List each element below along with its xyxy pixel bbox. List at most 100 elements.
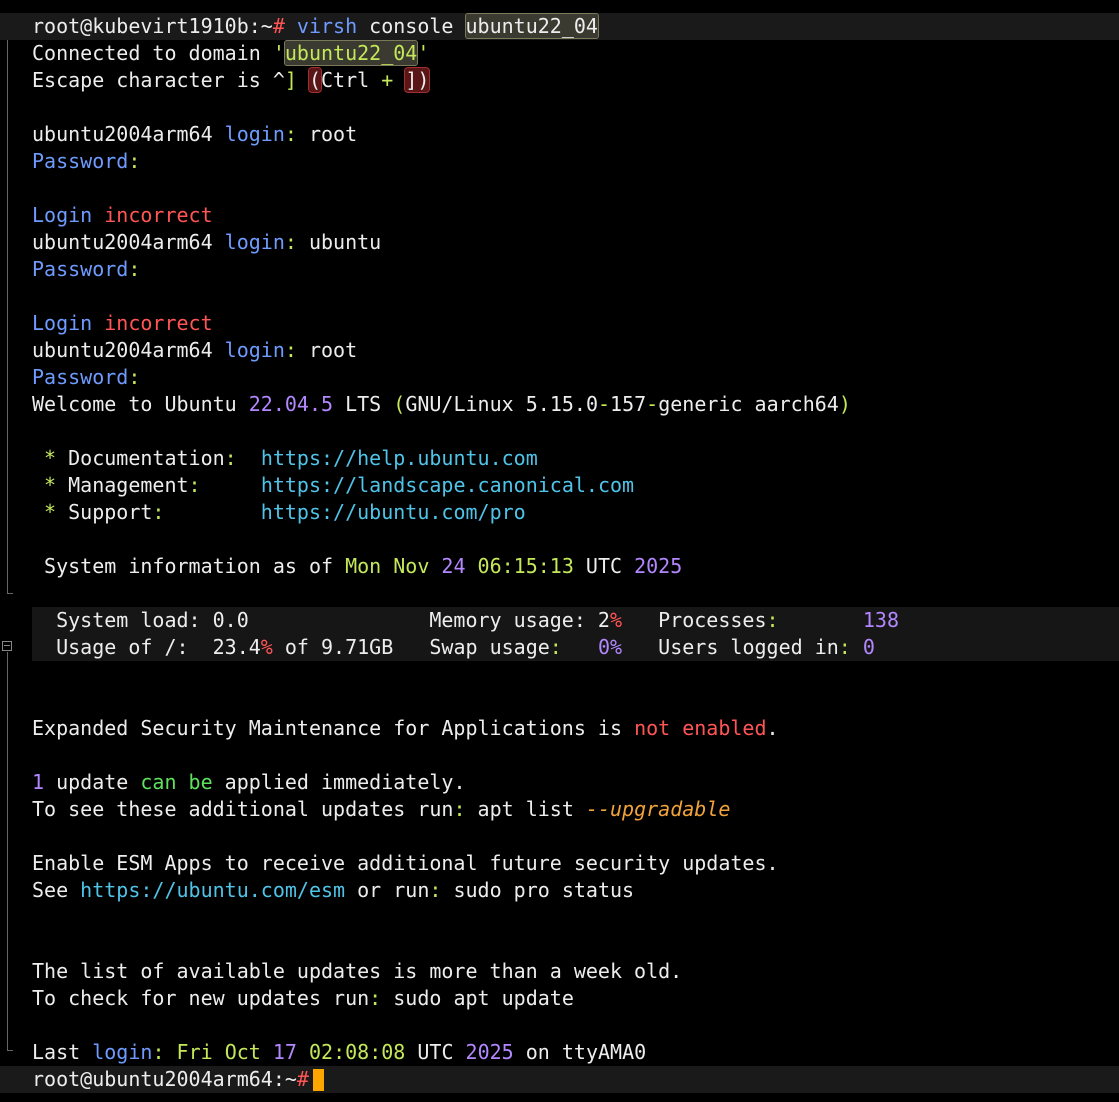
terminal-text-segment: : — [224, 446, 237, 470]
terminal-line: System information as of Mon Nov 24 06:1… — [32, 553, 1119, 580]
terminal-text-segment: login — [92, 1040, 153, 1064]
terminal-text-segment: login — [224, 338, 285, 362]
terminal-line: Password: — [32, 364, 1119, 391]
terminal-text-segment: * — [32, 500, 69, 524]
terminal-text-segment: : — [284, 338, 297, 362]
terminal-text-segment: 0% — [597, 635, 623, 659]
terminal-text-segment: 22.04.5 — [248, 392, 334, 416]
terminal-text-segment: Ctrl — [321, 68, 382, 92]
terminal-text-segment: Management — [68, 473, 189, 497]
terminal-text-segment: login — [224, 230, 285, 254]
terminal-text-segment: Login — [32, 203, 105, 227]
terminal-text-segment: See — [32, 878, 81, 902]
terminal-text-segment: Last — [32, 1040, 93, 1064]
terminal-line: Enable ESM Apps to receive additional fu… — [32, 850, 1119, 877]
terminal-text-segment: : — [429, 878, 442, 902]
terminal-line: To check for new updates run: sudo apt u… — [32, 985, 1119, 1012]
terminal-text-segment: 138 — [862, 608, 899, 632]
terminal-text-segment: ( — [307, 67, 323, 93]
terminal-text-segment: To check for new updates run — [32, 986, 370, 1010]
terminal-line: The list of available updates is more th… — [32, 958, 1119, 985]
terminal-text-segment: 17 — [272, 1040, 297, 1064]
terminal-text-segment: ubuntu2004arm64 — [32, 122, 225, 146]
terminal-text-segment: : — [152, 500, 165, 524]
terminal-text-segment: 5.15.0 — [525, 392, 598, 416]
terminal-text-segment: LTS — [333, 392, 394, 416]
terminal-window[interactable]: root@kubevirt1910b:~# virsh console ubun… — [0, 0, 1119, 1102]
terminal-text-segment: : — [284, 122, 297, 146]
terminal-text-segment: : — [188, 473, 201, 497]
terminal-text-segment: 02:08:08 — [296, 1040, 406, 1064]
terminal-text-segment: : — [128, 149, 141, 173]
terminal-text-segment: Password — [32, 365, 129, 389]
terminal-text-segment: Welcome to Ubuntu — [32, 392, 249, 416]
terminal-text-segment: UTC — [405, 1040, 466, 1064]
terminal-text-segment: ( — [393, 392, 406, 416]
fold-guide-line — [7, 31, 8, 593]
terminal-text-segment: : — [549, 635, 562, 659]
terminal-line: Expanded Security Maintenance for Applic… — [32, 715, 1119, 742]
terminal-text-segment: Connected to domain — [32, 41, 273, 65]
terminal-text-segment: Support — [68, 500, 153, 524]
terminal-text-segment: : — [838, 635, 851, 659]
terminal-text-segment: of 9.71GB Swap usage — [272, 635, 550, 659]
terminal-line: ubuntu2004arm64 login: root — [32, 121, 1119, 148]
fold-collapse-icon[interactable] — [2, 641, 12, 651]
terminal-text-segment: Expanded Security Maintenance for Applic… — [32, 716, 635, 740]
terminal-text-segment: : — [152, 1040, 165, 1064]
terminal-text-segment: incorrect — [104, 311, 213, 335]
terminal-text-segment: Usage of /: 23.4 — [32, 635, 261, 659]
terminal-text-segment: Fri Oct — [164, 1040, 273, 1064]
terminal-line: root@ubuntu2004arm64:~# — [0, 1066, 1119, 1093]
terminal-text-segment: root — [296, 338, 358, 362]
terminal-text-segment: login — [224, 122, 285, 146]
terminal-line: * Documentation: https://help.ubuntu.com — [32, 445, 1119, 472]
terminal-text-segment: : — [284, 230, 297, 254]
terminal-text-segment: ] — [284, 68, 297, 92]
terminal-text-segment: ubuntu — [296, 230, 382, 254]
terminal-text-segment: : — [369, 986, 382, 1010]
terminal-text-segment: Login — [32, 311, 105, 335]
terminal-text-segment: https://ubuntu.com/pro — [260, 500, 526, 524]
terminal-text-segment: GNU/Linux — [405, 392, 526, 416]
terminal-text-segment: sudo apt update — [381, 986, 574, 1010]
terminal-text-segment: generic aarch64 — [658, 392, 839, 416]
terminal-text-segment: ' — [272, 41, 285, 65]
terminal-output: root@kubevirt1910b:~# virsh console ubun… — [0, 13, 1119, 1093]
terminal-text-segment: : — [128, 365, 141, 389]
terminal-text-segment: System information as of — [32, 554, 346, 578]
terminal-text-segment: 06:15:13 — [465, 554, 574, 578]
fold-guide-end — [7, 593, 13, 594]
terminal-text-segment: : — [766, 608, 779, 632]
terminal-text-segment: Users logged in — [622, 635, 839, 659]
terminal-text-segment: root — [296, 122, 358, 146]
terminal-text-segment: - — [597, 392, 611, 416]
terminal-text-segment: # — [296, 1067, 309, 1091]
terminal-text-segment: . — [766, 716, 779, 740]
fold-guide-line — [7, 652, 8, 1050]
terminal-text-segment: UTC — [573, 554, 635, 578]
terminal-text-segment: https://landscape.canonical.com — [260, 473, 635, 497]
fold-gutter — [0, 0, 22, 1102]
terminal-text-segment: Processes — [622, 608, 767, 632]
terminal-line: ubuntu2004arm64 login: ubuntu — [32, 229, 1119, 256]
text-cursor — [312, 1068, 324, 1091]
terminal-text-segment: root@kubevirt1910b:~ — [32, 14, 273, 38]
terminal-text-segment: ubuntu22_04 — [283, 40, 419, 66]
terminal-text-segment: ]) — [404, 67, 431, 93]
terminal-text-segment: * — [32, 446, 69, 470]
terminal-text-segment: System load: 0.0 Memory usage: 2 — [32, 608, 610, 632]
terminal-text-segment: can be — [140, 770, 213, 794]
fold-guide-end — [7, 1050, 13, 1051]
terminal-text-segment: apt list — [465, 797, 586, 821]
